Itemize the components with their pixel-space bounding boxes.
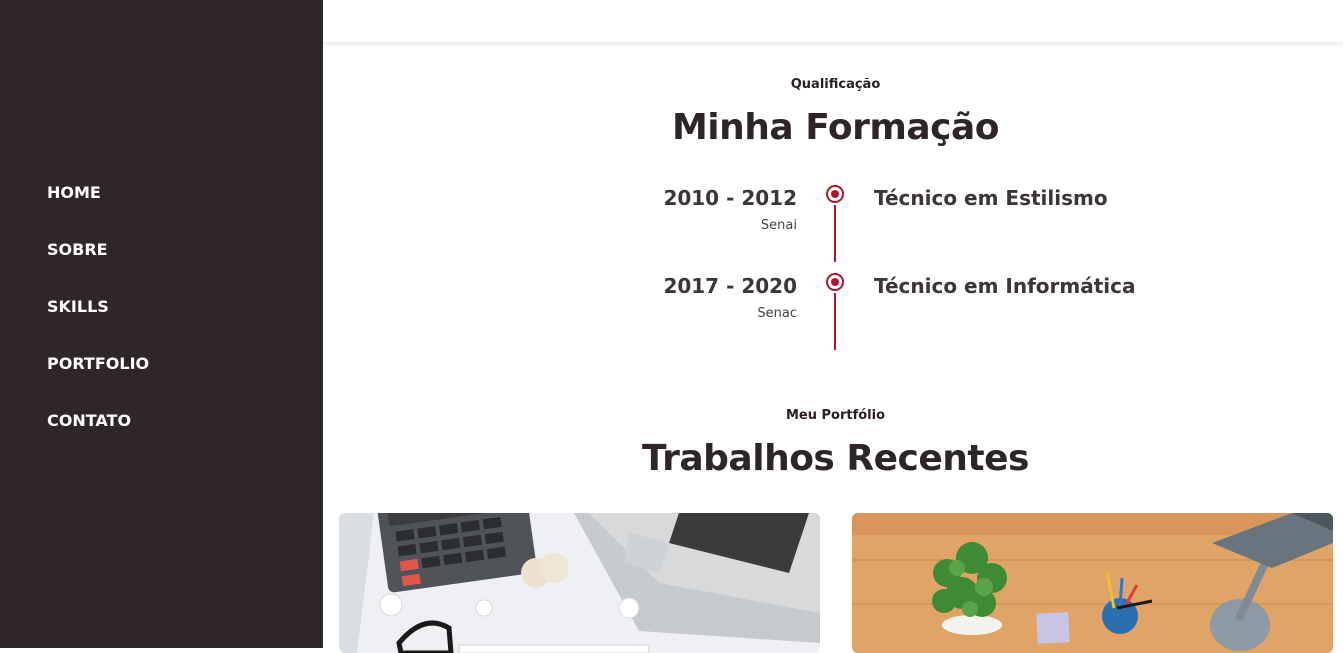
nav-item-sobre[interactable]: SOBRE: [47, 239, 108, 261]
timeline-left: 2017 - 2020 Senac: [663, 273, 797, 321]
timeline-course: Técnico em Informática: [874, 274, 1136, 298]
timeline-left: 2010 - 2012 Senai: [663, 185, 797, 233]
top-bar: [323, 0, 1343, 43]
timeline-school: Senac: [757, 306, 797, 321]
main-content: Qualificação Minha Formação 2010 - 2012 …: [323, 43, 1343, 653]
portfolio-subtitle: Meu Portfólio: [785, 408, 886, 423]
timeline-dot-icon: [826, 185, 844, 203]
timeline-school: Senai: [760, 218, 797, 233]
timeline-item: 2017 - 2020 Senac Técnico em Informática: [323, 273, 1343, 361]
portfolio-card-image[interactable]: [852, 513, 1333, 653]
qualification-title: Minha Formação: [671, 107, 1000, 148]
qualification-subtitle: Qualificação: [790, 77, 881, 92]
nav-item-portfolio[interactable]: PORTFOLIO: [47, 353, 149, 375]
timeline-years: 2017 - 2020: [663, 274, 797, 298]
timeline-course: Técnico em Estilismo: [874, 186, 1108, 210]
timeline-line: [834, 205, 836, 262]
timeline-item: 2010 - 2012 Senai Técnico em Estilismo: [323, 185, 1343, 273]
desk-calculator-laptop-photo: [339, 513, 820, 653]
timeline-years: 2010 - 2012: [663, 186, 797, 210]
nav-item-skills[interactable]: SKILLS: [47, 296, 109, 318]
nav-item-home[interactable]: HOME: [47, 182, 101, 204]
sidebar-nav: HOME SOBRE SKILLS PORTFOLIO CONTATO: [47, 182, 149, 467]
timeline-line: [834, 293, 836, 350]
timeline-dot-icon: [826, 273, 844, 291]
wooden-desk-plant-lamp-photo: [852, 513, 1333, 653]
sidebar: HOME SOBRE SKILLS PORTFOLIO CONTATO: [0, 0, 323, 648]
portfolio-title: Trabalhos Recentes: [642, 438, 1029, 479]
nav-item-contato[interactable]: CONTATO: [47, 410, 131, 432]
portfolio-card-image[interactable]: [339, 513, 820, 653]
